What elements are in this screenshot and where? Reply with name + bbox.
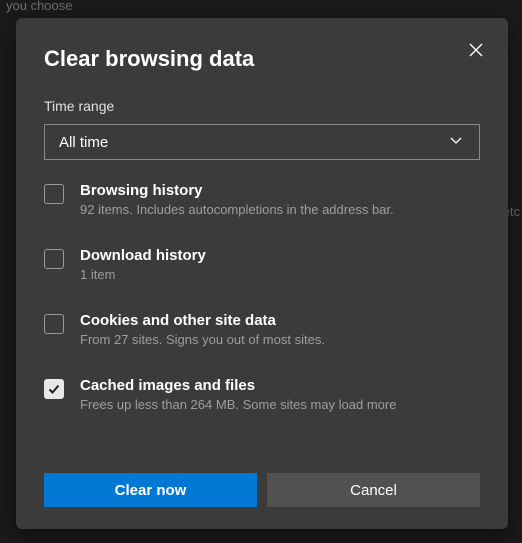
option-desc: 1 item: [80, 267, 484, 284]
option-desc: Frees up less than 264 MB. Some sites ma…: [80, 397, 484, 414]
option-title: Cached images and files: [80, 377, 484, 394]
options-list: Browsing history 92 items. Includes autoc…: [44, 182, 498, 459]
option-title: Download history: [80, 247, 484, 264]
time-range-value: All time: [59, 134, 108, 151]
bg-hint-top: you choose: [6, 0, 73, 13]
close-button[interactable]: [466, 40, 486, 60]
option-text: Cookies and other site data From 27 sites…: [80, 312, 484, 349]
option-title: Browsing history: [80, 182, 484, 199]
option-desc: From 27 sites. Signs you out of most sit…: [80, 332, 484, 349]
dialog-footer: Clear now Cancel: [16, 459, 508, 529]
chevron-down-icon: [447, 131, 465, 154]
option-row: Download history 1 item: [44, 247, 484, 284]
option-checkbox[interactable]: [44, 379, 64, 399]
option-text: Cached images and files Frees up less tha…: [80, 377, 484, 414]
close-icon: [468, 42, 484, 58]
check-icon: [47, 382, 61, 396]
time-range-select[interactable]: All time: [44, 124, 480, 160]
option-row: Browsing history 92 items. Includes autoc…: [44, 182, 484, 219]
time-range-label: Time range: [16, 72, 508, 124]
clear-browsing-data-dialog: Clear browsing data Time range All time …: [16, 18, 508, 529]
option-title: Cookies and other site data: [80, 312, 484, 329]
option-text: Browsing history 92 items. Includes autoc…: [80, 182, 484, 219]
option-checkbox[interactable]: [44, 314, 64, 334]
option-checkbox[interactable]: [44, 184, 64, 204]
option-desc: 92 items. Includes autocompletions in th…: [80, 202, 484, 219]
option-text: Download history 1 item: [80, 247, 484, 284]
clear-now-button[interactable]: Clear now: [44, 473, 257, 507]
dialog-header: Clear browsing data: [16, 18, 508, 72]
dialog-title: Clear browsing data: [44, 46, 254, 72]
cancel-button[interactable]: Cancel: [267, 473, 480, 507]
option-row: Cached images and files Frees up less tha…: [44, 377, 484, 414]
option-row: Cookies and other site data From 27 sites…: [44, 312, 484, 349]
option-checkbox[interactable]: [44, 249, 64, 269]
